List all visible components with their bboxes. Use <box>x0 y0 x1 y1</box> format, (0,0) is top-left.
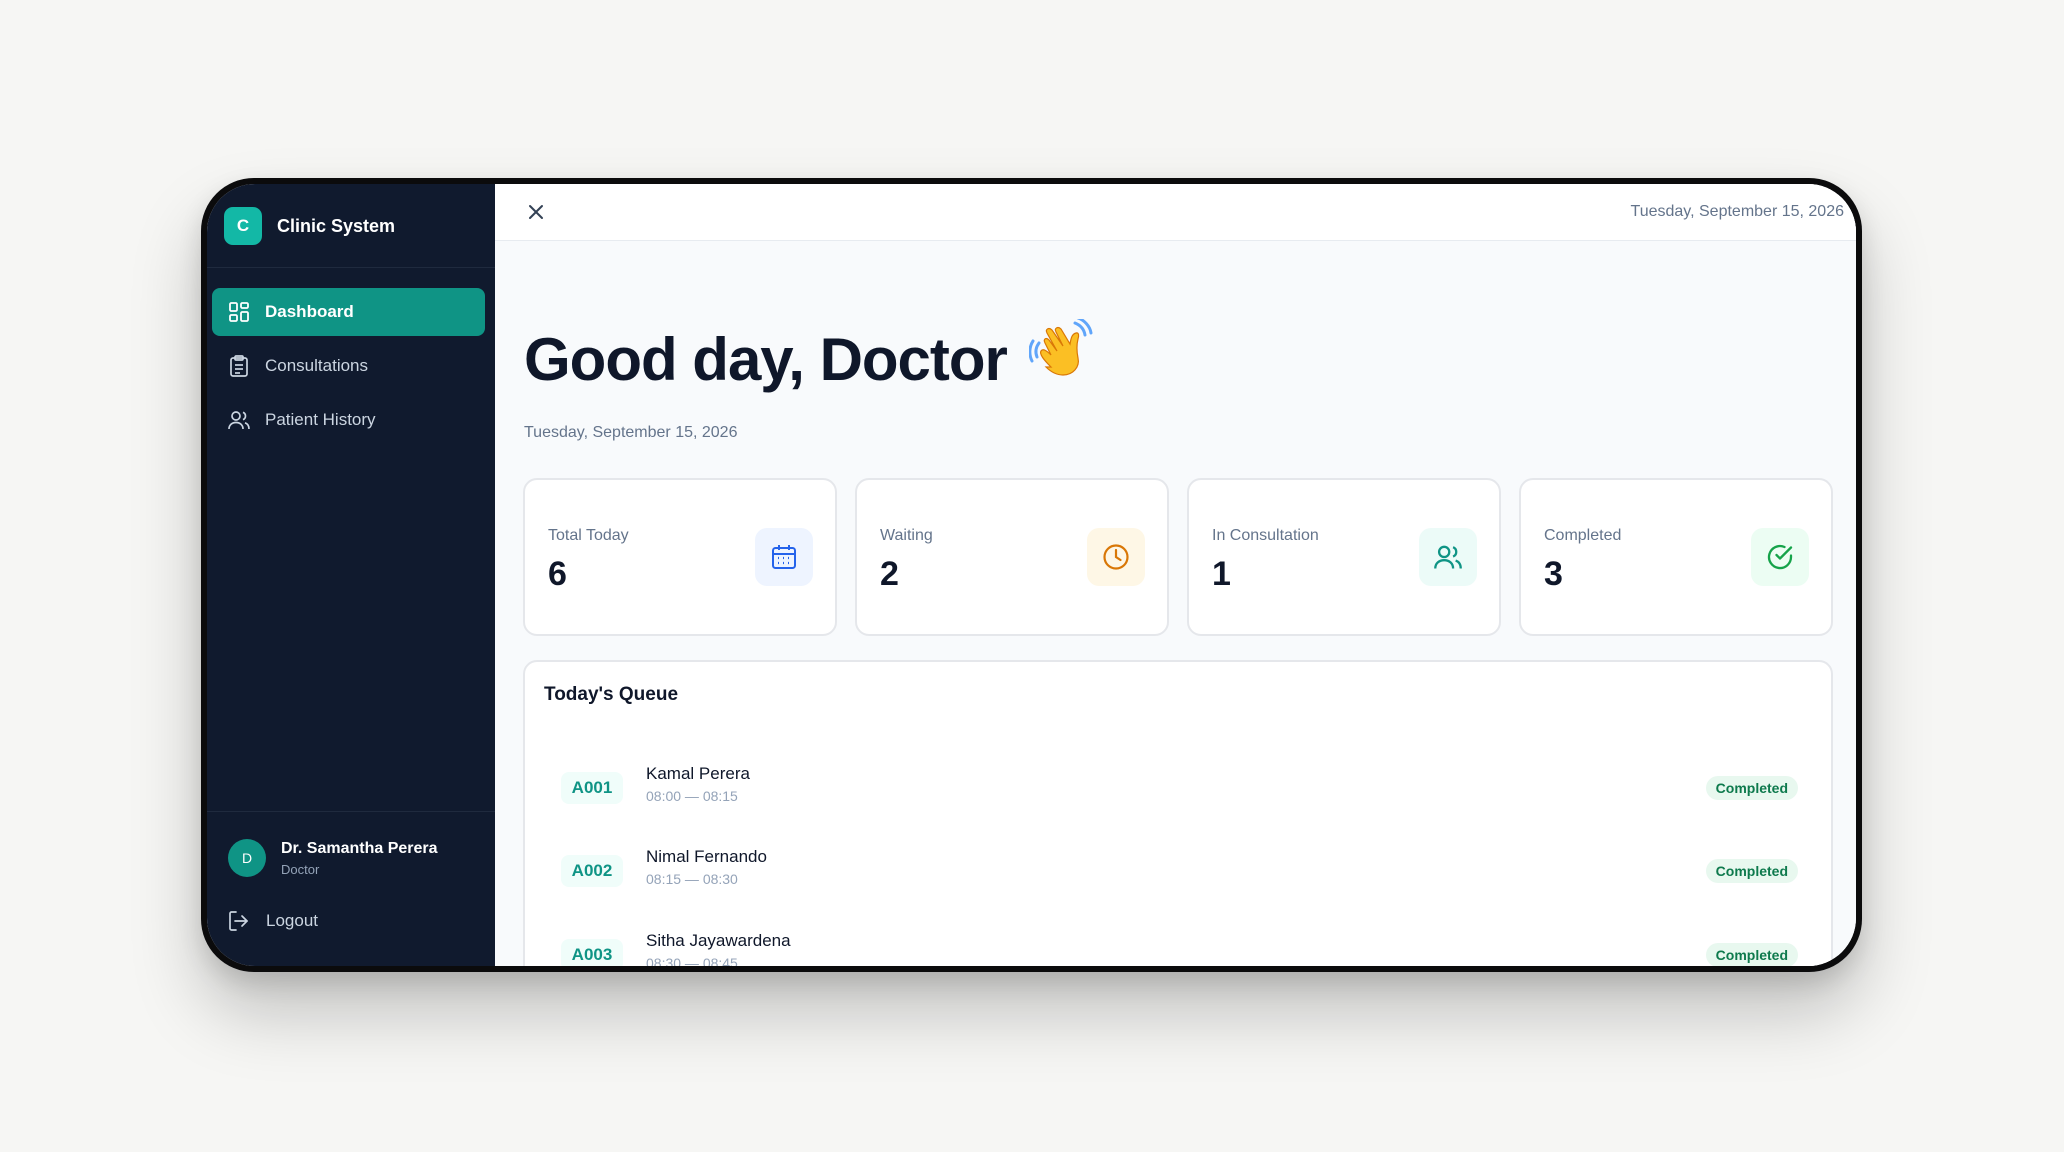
queue-row[interactable]: A001 Kamal Perera 08:00 — 08:15 Complete… <box>525 762 1831 822</box>
check-circle-icon <box>1751 528 1809 586</box>
waving-hand-icon <box>1028 316 1095 399</box>
stat-value: 3 <box>1544 555 1563 593</box>
patient-name: Kamal Perera <box>646 764 750 783</box>
queue-title: Today's Queue <box>544 684 679 705</box>
sidebar-item-label: Patient History <box>265 410 376 429</box>
logout-button[interactable]: Logout <box>227 909 318 933</box>
queue-row[interactable]: A003 Sitha Jayawardena 08:30 — 08:45 Com… <box>525 929 1831 966</box>
close-button[interactable] <box>525 201 547 223</box>
users-icon <box>1419 528 1477 586</box>
avatar: D <box>228 839 266 877</box>
close-icon <box>525 205 547 227</box>
app-screen: C Clinic System Dashboard Consultations … <box>207 184 1856 966</box>
topbar: Tuesday, September 15, 2026 <box>495 184 1856 241</box>
appointment-time: 08:00 — 08:15 <box>646 788 738 804</box>
stat-label: Waiting <box>880 527 933 544</box>
brand: C Clinic System <box>224 206 395 246</box>
stat-card-waiting: Waiting 2 <box>855 478 1169 636</box>
patient-name: Nimal Fernando <box>646 847 767 866</box>
stat-value: 1 <box>1212 555 1231 593</box>
stat-card-in-consultation: In Consultation 1 <box>1187 478 1501 636</box>
queue-row[interactable]: A002 Nimal Fernando 08:15 — 08:30 Comple… <box>525 845 1831 905</box>
users-icon <box>227 408 251 432</box>
logout-label: Logout <box>266 911 318 930</box>
brand-name: Clinic System <box>277 215 396 236</box>
dashboard-grid-icon <box>227 300 251 324</box>
queue-token: A003 <box>561 939 623 966</box>
patient-name: Sitha Jayawardena <box>646 931 791 950</box>
stage: C Clinic System Dashboard Consultations … <box>0 0 2064 1152</box>
sidebar-nav: Dashboard Consultations Patient History <box>212 288 485 450</box>
appointment-time: 08:30 — 08:45 <box>646 955 738 966</box>
stat-card-completed: Completed 3 <box>1519 478 1833 636</box>
sidebar-item-dashboard[interactable]: Dashboard <box>212 288 485 336</box>
stat-value: 2 <box>880 555 899 593</box>
stat-label: Completed <box>1544 527 1622 544</box>
stat-label: Total Today <box>548 527 629 544</box>
sidebar: C Clinic System Dashboard Consultations … <box>207 184 495 966</box>
clock-icon <box>1087 528 1145 586</box>
topbar-date: Tuesday, September 15, 2026 <box>1630 203 1844 220</box>
user-role: Doctor <box>281 861 320 877</box>
page-date: Tuesday, September 15, 2026 <box>524 424 738 441</box>
stat-card-total-today: Total Today 6 <box>523 478 837 636</box>
stat-label: In Consultation <box>1212 527 1319 544</box>
status-badge: Completed <box>1705 776 1798 800</box>
logout-icon <box>227 909 251 933</box>
user-profile[interactable]: D Dr. Samantha Perera Doctor <box>228 839 438 877</box>
queue-token: A001 <box>561 772 623 804</box>
greeting-text: Good day, Doctor <box>524 325 1008 393</box>
stat-value: 6 <box>548 555 567 593</box>
main-content: Tuesday, September 15, 2026 Good day, Do… <box>495 184 1856 966</box>
sidebar-divider <box>207 267 495 268</box>
sidebar-item-label: Consultations <box>265 356 369 375</box>
sidebar-divider <box>207 811 495 812</box>
sidebar-item-patient-history[interactable]: Patient History <box>212 396 485 444</box>
sidebar-item-consultations[interactable]: Consultations <box>212 342 485 390</box>
sidebar-item-label: Dashboard <box>265 302 354 321</box>
page-title: Good day, Doctor <box>524 316 1095 399</box>
queue-token: A002 <box>561 855 623 887</box>
appointment-time: 08:15 — 08:30 <box>646 871 738 887</box>
todays-queue-panel: Today's Queue A001 Kamal Perera 08:00 — … <box>523 660 1833 966</box>
user-name: Dr. Samantha Perera <box>281 839 438 857</box>
calendar-icon <box>755 528 813 586</box>
clipboard-icon <box>227 354 251 378</box>
status-badge: Completed <box>1705 943 1798 966</box>
device-frame: C Clinic System Dashboard Consultations … <box>201 178 1862 972</box>
brand-logo: C <box>224 207 262 245</box>
status-badge: Completed <box>1705 859 1798 883</box>
